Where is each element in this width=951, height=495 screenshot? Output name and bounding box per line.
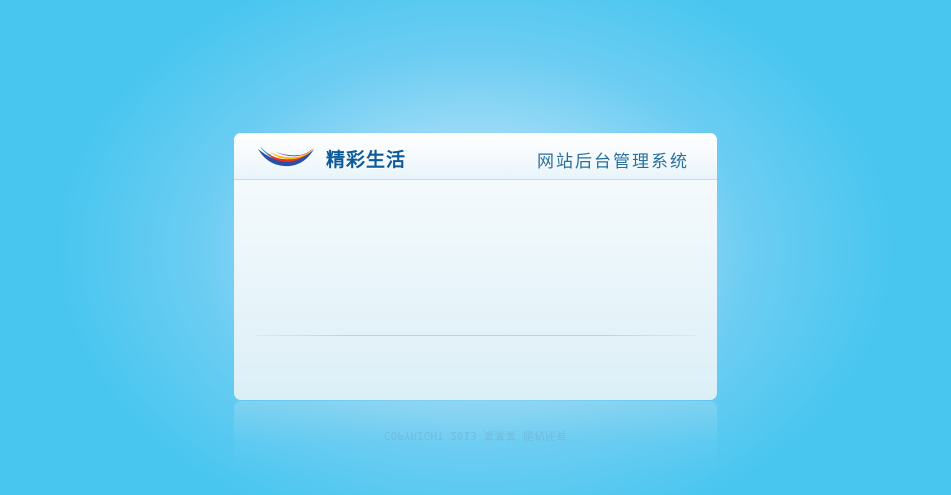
panel-header: 精彩生活 网站后台管理系统: [234, 133, 717, 180]
divider: [256, 335, 696, 336]
system-title: 网站后台管理系统: [537, 152, 689, 172]
login-panel: 精彩生活 网站后台管理系统: [234, 133, 717, 400]
copyright-reflection: COPYRIGHT 2013 某某某 版权所有: [384, 429, 567, 442]
brand-name: 精彩生活: [326, 149, 407, 171]
brand-logo-icon: [256, 143, 316, 169]
panel-body: [234, 180, 717, 400]
